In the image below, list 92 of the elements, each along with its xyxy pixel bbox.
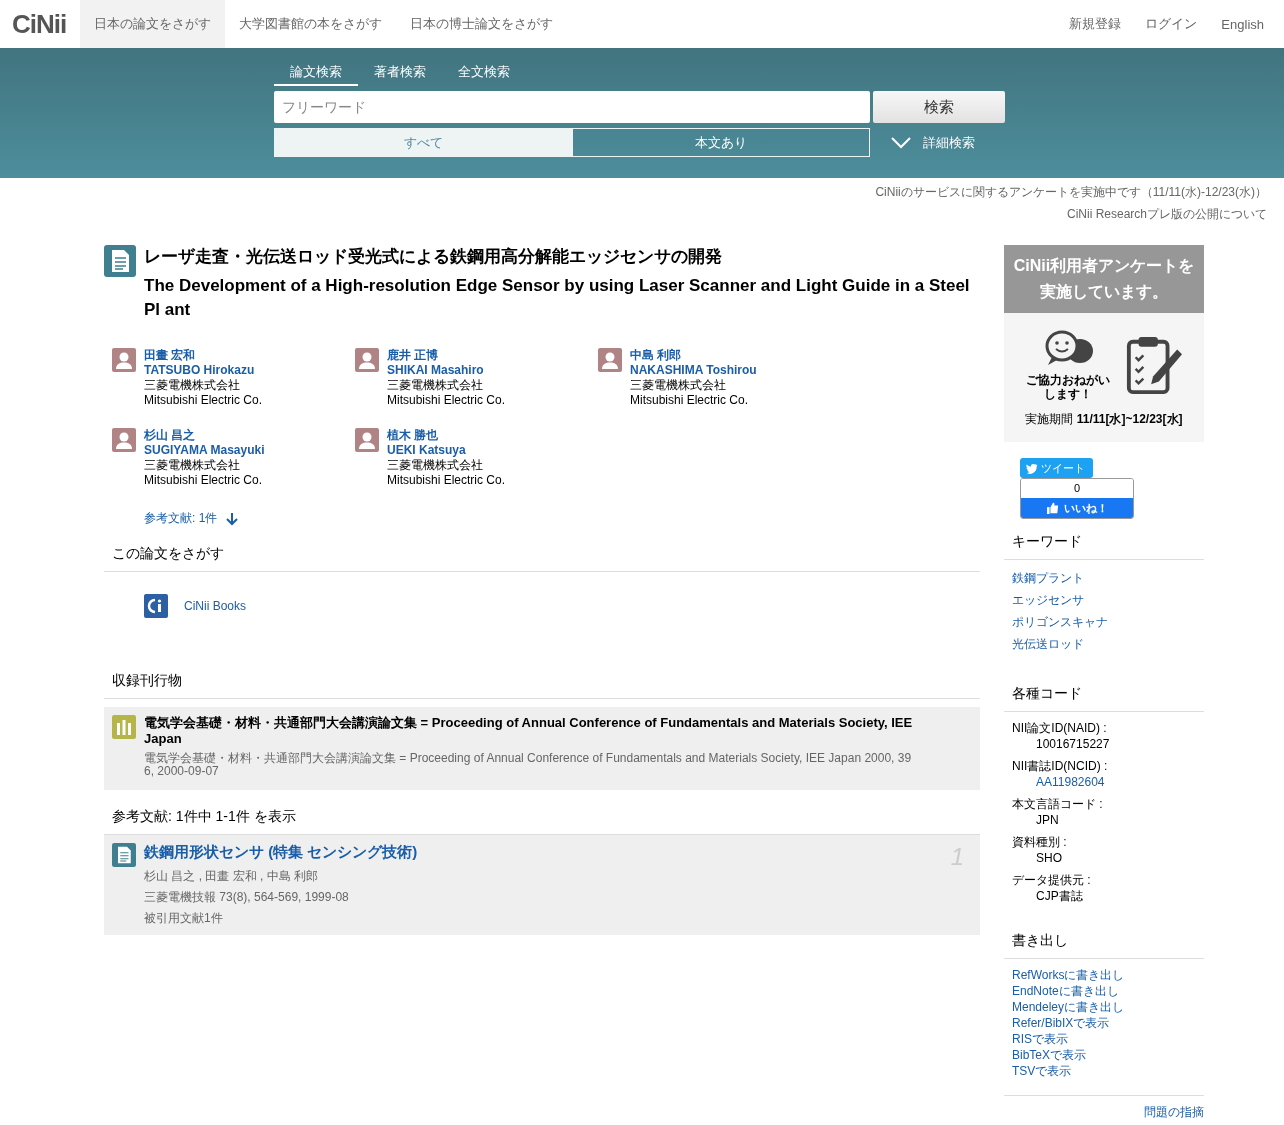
export-link[interactable]: BibTeXで表示 — [1012, 1047, 1087, 1063]
advanced-search-link[interactable]: 詳細検索 — [891, 133, 975, 152]
account-link[interactable]: English — [1207, 0, 1284, 48]
reference-title-link[interactable]: 鉄鋼用形状センサ (特集 センシング技術) — [144, 843, 418, 862]
thumbs-up-icon — [1046, 502, 1059, 514]
code-label: NII書誌ID(NCID) : — [1012, 758, 1108, 774]
code-value-link[interactable]: AA11982604 — [1036, 774, 1105, 790]
search-button[interactable]: 検索 — [873, 91, 1005, 123]
bar-chart-icon — [112, 715, 136, 739]
search-tab[interactable]: 論文検索 — [274, 63, 358, 86]
export-link[interactable]: Mendeleyに書き出し — [1012, 999, 1125, 1015]
affiliation: Mitsubishi Electric Co. — [387, 393, 506, 408]
code-value: SHO — [1036, 850, 1062, 866]
export-link[interactable]: Refer/BibIXで表示 — [1012, 1015, 1110, 1031]
arrow-down-icon — [225, 511, 240, 526]
document-icon — [112, 843, 136, 867]
affiliation: Mitsubishi Electric Co. — [387, 473, 506, 488]
author-name-link[interactable]: UEKI Katsuya — [387, 443, 466, 458]
affiliation: 三菱電機株式会社 — [144, 458, 240, 473]
affiliation: 三菱電機株式会社 — [387, 458, 483, 473]
document-icon — [104, 245, 136, 277]
export-link[interactable]: RISで表示 — [1012, 1031, 1068, 1047]
author-name-link[interactable]: NAKASHIMA Toshirou — [630, 363, 757, 378]
avatar-icon — [355, 428, 379, 452]
notice-link[interactable]: CiNiiのサービスに関するアンケートを実施中です（11/11(水)-12/23(水)） — [875, 184, 1267, 201]
nav-tab[interactable]: 日本の論文をさがす — [80, 0, 226, 48]
avatar-icon — [598, 348, 622, 372]
reference-authors: 杉山 昌之 , 田畫 宏和 , 中島 利郎 — [144, 870, 318, 883]
author-name-link[interactable]: 植木 勝也 — [387, 428, 439, 443]
journal-detail: 電気学会基礎・材料・共通部門大会講演論文集 = Proceeding of Annual Conference of Fundamentals and Materials Society, IEE Japan 2000, 39 6, 2000-09-07 — [144, 752, 913, 778]
journal-title: 電気学会基礎・材料・共通部門大会講演論文集 = Proceeding of Annual Conference of Fundamentals and Materials Society, IEE Japan — [144, 715, 914, 747]
code-value: CJP書誌 — [1036, 888, 1083, 904]
filter-toggle[interactable]: 本文あり — [572, 128, 870, 157]
export-link[interactable]: TSVで表示 — [1012, 1063, 1072, 1079]
export-link[interactable]: RefWorksに書き出し — [1012, 967, 1125, 983]
banner-caption: ご協力おねがいします！ — [1025, 373, 1111, 401]
author-name-link[interactable]: 中島 利郎 — [630, 348, 682, 363]
code-value: JPN — [1036, 812, 1059, 828]
books-link[interactable]: CiNii Books — [184, 599, 246, 613]
code-label: データ提供元 : — [1012, 872, 1091, 888]
code-label: 本文言語コード : — [1012, 796, 1103, 812]
author-name-link[interactable]: SHIKAI Masahiro — [387, 363, 484, 378]
like-button[interactable]: いいね！ — [1021, 498, 1133, 518]
search-tab[interactable]: 著者検索 — [358, 63, 442, 86]
avatar-icon — [112, 348, 136, 372]
avatar-icon — [355, 348, 379, 372]
account-link[interactable]: 新規登録 — [1055, 0, 1132, 48]
export-link[interactable]: EndNoteに書き出し — [1012, 983, 1119, 999]
nav-tab[interactable]: 日本の博士論文をさがす — [396, 0, 568, 48]
author-name-link[interactable]: TATSUBO Hirokazu — [144, 363, 255, 378]
article-title-english: The Development of a High-resolution Edge Sensor by using Laser Scanner and Light Guide in a Steel Pl ant — [144, 275, 971, 321]
citation-count: 被引用文献1件 — [144, 912, 223, 925]
sidebar-heading: 書き出し — [1004, 932, 1204, 959]
account-link[interactable]: ログイン — [1131, 0, 1208, 48]
sidebar-heading: 各種コード — [1004, 685, 1204, 712]
code-label: NII論文ID(NAID) : — [1012, 720, 1107, 736]
affiliation: 三菱電機株式会社 — [387, 378, 483, 393]
code-label: 資料種別 : — [1012, 834, 1067, 850]
affiliation: 三菱電機株式会社 — [630, 378, 726, 393]
keyword-link[interactable]: 鉄鋼プラント — [1012, 570, 1084, 587]
section-heading: この論文をさがす — [104, 545, 980, 572]
affiliation: Mitsubishi Electric Co. — [630, 393, 749, 408]
nav-tab[interactable]: 大学図書館の本をさがす — [225, 0, 397, 48]
affiliation: Mitsubishi Electric Co. — [144, 473, 263, 488]
section-heading: 収録刊行物 — [104, 672, 980, 699]
notice-link[interactable]: CiNii Researchプレ版の公開について — [1066, 206, 1267, 223]
affiliation: 三菱電機株式会社 — [144, 378, 240, 393]
code-value: 10016715227 — [1036, 736, 1110, 752]
search-field[interactable]: フリーワード — [274, 91, 870, 123]
author-name-link[interactable]: SUGIYAMA Masayuki — [144, 443, 265, 458]
banner-title: CiNii利用者アンケートを実施しています。 — [1004, 245, 1204, 313]
keyword-link[interactable]: エッジセンサ — [1012, 592, 1084, 609]
banner-period: 実施期間 11/11[水]~12/23[水] — [1025, 411, 1183, 428]
reference-source: 三菱電機技報 73(8), 564-569, 1999-08 — [144, 891, 349, 904]
bird-icon — [1026, 462, 1038, 474]
chevron-down-icon — [891, 136, 911, 149]
search-tab[interactable]: 全文検索 — [442, 63, 526, 86]
sidebar-heading: キーワード — [1004, 533, 1204, 560]
logo[interactable]: CiNii — [0, 0, 81, 48]
author-name-link[interactable]: 鹿井 正博 — [387, 348, 439, 363]
author-name-link[interactable]: 田畫 宏和 — [144, 348, 196, 363]
books-logo-icon — [144, 594, 168, 618]
report-issue-link[interactable]: 問題の指摘 — [1144, 1104, 1204, 1121]
affiliation: Mitsubishi Electric Co. — [144, 393, 263, 408]
keyword-link[interactable]: 光伝送ロッド — [1012, 636, 1084, 653]
author-name-link[interactable]: 杉山 昌之 — [144, 428, 196, 443]
article-title: レーザ走査・光伝送ロッド受光式による鉄鋼用高分解能エッジセンサの開発 — [144, 246, 723, 268]
survey-banner[interactable]: CiNii利用者アンケートを実施しています。 ご協力おねがいします！ 実施期間 11/11[水]~12/23[水] — [1004, 245, 1204, 442]
keyword-link[interactable]: ポリゴンスキャナ — [1012, 614, 1108, 631]
references-link[interactable]: 参考文献: 1件 — [144, 510, 240, 527]
filter-toggle[interactable]: すべて — [274, 128, 572, 157]
avatar-icon — [112, 428, 136, 452]
